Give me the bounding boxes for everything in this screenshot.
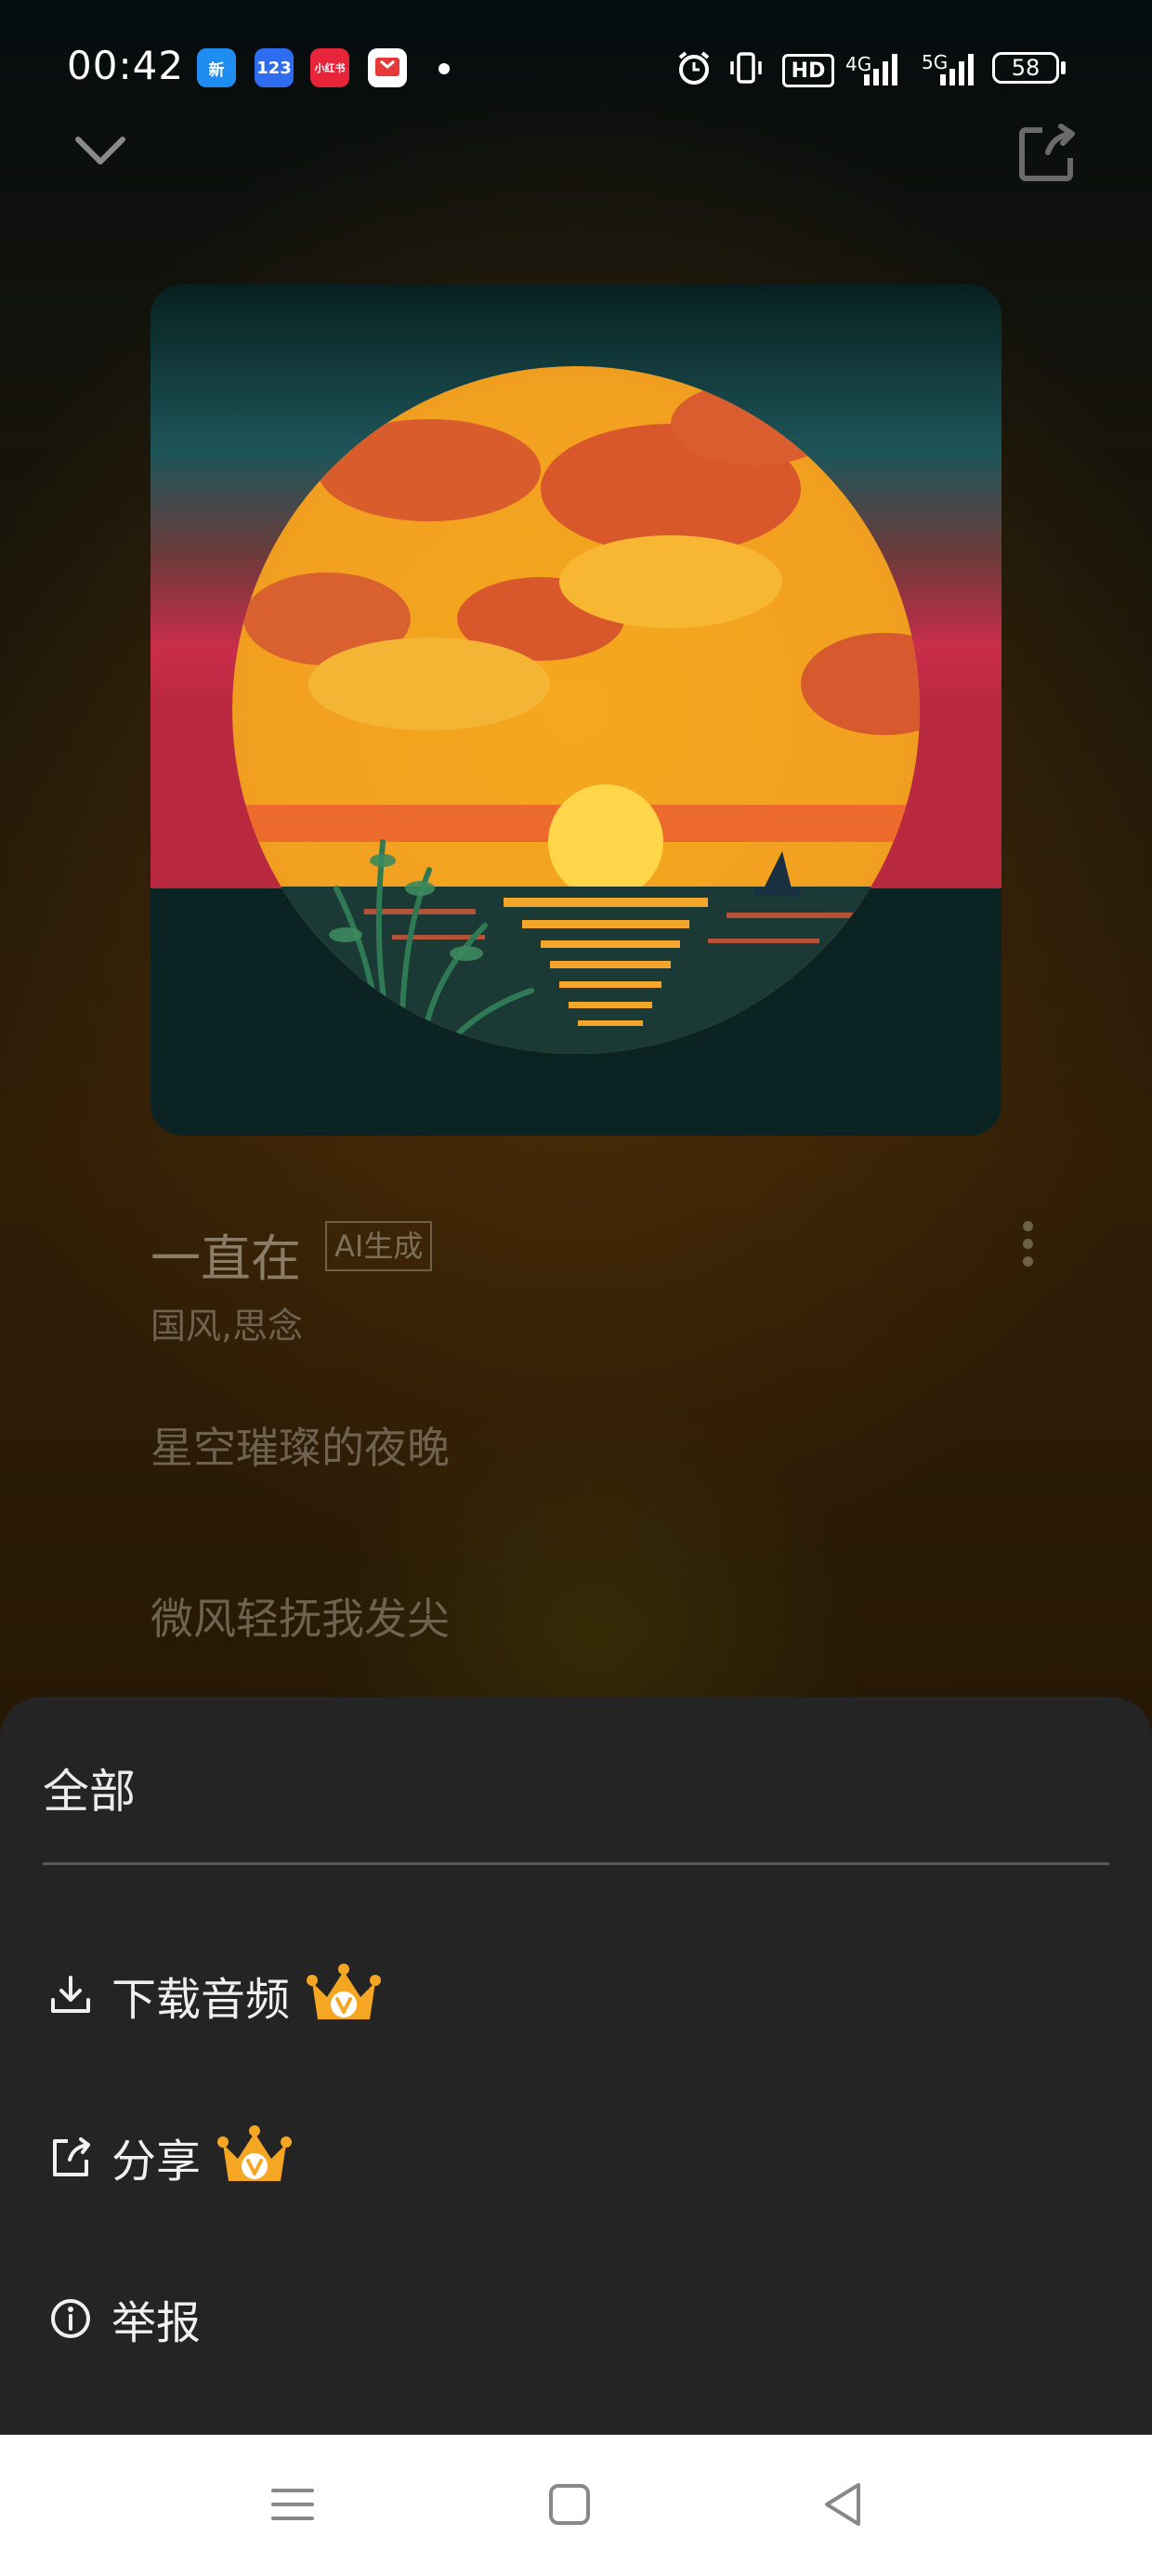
vibrate-icon (730, 52, 762, 84)
report-item[interactable]: 举报 (43, 2267, 201, 2370)
lyric-line: 星空璀璨的夜晚 (151, 1423, 450, 1473)
reader-app-icon (368, 48, 407, 87)
download-audio-label: 下载音频 (111, 1974, 291, 2026)
song-tags: 国风,思念 (151, 1306, 304, 1347)
menu-icon[interactable] (260, 2472, 325, 2537)
back-icon[interactable] (812, 2472, 877, 2537)
battery-tip (1061, 61, 1066, 74)
report-label: 举报 (111, 2297, 202, 2349)
hd-badge: HD (782, 54, 834, 87)
xiaohongshu-icon: 小红书 (310, 48, 349, 87)
lyric-line: 微风轻抚我发尖 (151, 1594, 450, 1644)
download-icon (43, 1967, 98, 2023)
download-audio-item[interactable]: 下载音频 (43, 1944, 382, 2046)
share-label: 分享 (111, 2136, 202, 2188)
system-navigation-bar (0, 2435, 1152, 2576)
sunset-artwork (151, 284, 1001, 1136)
ai-generated-badge: AI生成 (325, 1221, 433, 1271)
vip-crown-icon (307, 1964, 382, 2019)
signal-icon-2 (940, 54, 974, 85)
share-icon[interactable] (1015, 121, 1080, 186)
album-cover[interactable] (151, 284, 1001, 1136)
sheet-divider (43, 1862, 1109, 1865)
share-icon (43, 2129, 98, 2185)
collapse-chevron-icon[interactable] (72, 128, 128, 175)
sheet-title: 全部 (43, 1765, 136, 1819)
bubble-app-icon: 新 (197, 48, 236, 87)
notification-dot (439, 63, 450, 74)
signal-icon-1 (864, 54, 897, 85)
app-123-icon: 123 (255, 48, 294, 87)
more-options-icon[interactable] (1013, 1216, 1042, 1275)
song-title: 一直在 (151, 1229, 301, 1288)
battery-indicator: 58 (992, 52, 1059, 84)
info-icon (43, 2291, 98, 2346)
status-time: 00:42 (67, 43, 185, 88)
status-bar: 00:42 新 123 小红书 HD 4G 5G 58 (0, 0, 1152, 139)
vip-crown-icon (217, 2125, 293, 2181)
alarm-icon (678, 51, 710, 85)
share-item[interactable]: 分享 (43, 2106, 293, 2208)
home-icon[interactable] (537, 2472, 602, 2537)
